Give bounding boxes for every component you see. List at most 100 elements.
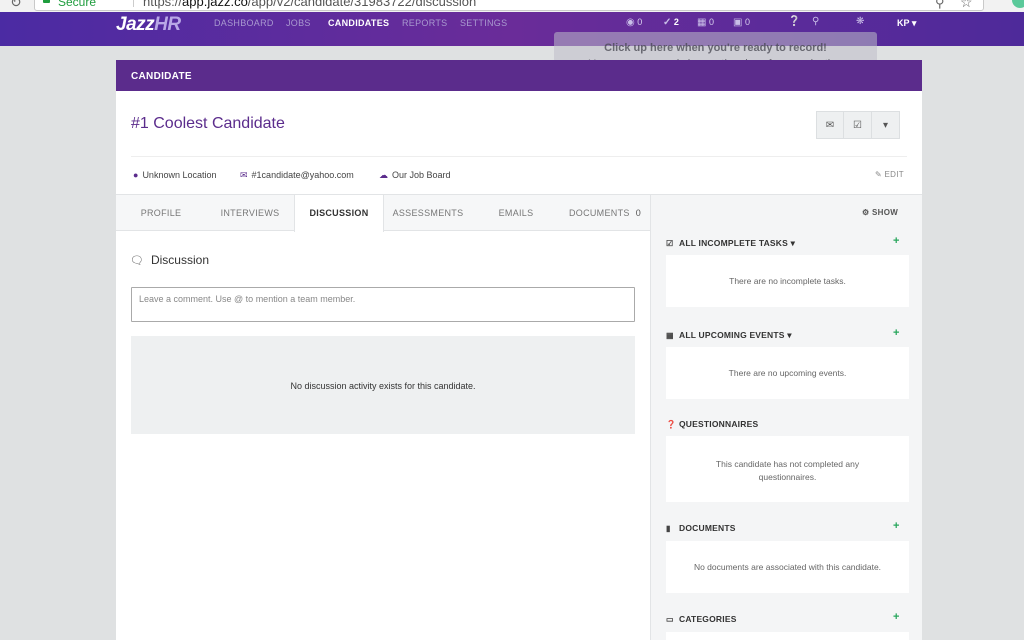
nav-jobs[interactable]: JOBS [286,18,311,28]
email-button[interactable]: ✉ [816,111,844,139]
checkbox-icon: ☑ [853,119,862,131]
lock-icon [43,0,50,3]
tab-emails[interactable]: EMAILS [472,195,560,231]
add-category-button[interactable]: + [893,611,899,623]
candidate-email[interactable]: ✉ #1candidate@yahoo.com [240,170,354,181]
tab-interviews[interactable]: INTERVIEWS [206,195,294,231]
show-label: SHOW [872,208,899,217]
tasks-counter[interactable]: ✓ 2 [663,17,679,28]
views-counter[interactable]: ◉ 0 [626,17,642,28]
browser-toolbar: ↻ Secure https://app.jazz.co/app/v2/cand… [0,0,1024,12]
nav-settings[interactable]: SETTINGS [460,18,507,28]
nav-candidates[interactable]: CANDIDATES [328,18,389,28]
inbox-counter[interactable]: ▣ 0 [733,17,750,28]
categories-heading-text: CATEGORIES [679,614,737,624]
chevron-down-icon: ▾ [911,18,917,28]
gear-icon: ⚙ [862,208,870,217]
question-circle-icon: ❓ [666,420,677,429]
show-toggle[interactable]: ⚙ SHOW [862,208,898,217]
extension-icon[interactable] [1012,0,1024,8]
divider [131,156,907,157]
tab-profile[interactable]: PROFILE [116,195,206,231]
events-empty-box: There are no upcoming events. [666,347,909,399]
task-button[interactable]: ☑ [844,111,872,139]
views-count: 0 [637,17,643,27]
url-text[interactable]: https://app.jazz.co/app/v2/candidate/319… [143,0,476,9]
candidate-name: #1 Coolest Candidate [131,115,285,132]
tab-assessments[interactable]: ASSESSMENTS [384,195,472,231]
events-heading-text: ALL UPCOMING EVENTS [679,330,785,340]
url-path: /app/v2/candidate/31983722/discussion [247,0,477,9]
search-icon[interactable]: ⚲ [812,16,819,27]
nav-dashboard[interactable]: DASHBOARD [214,18,274,28]
bookmark-star-icon[interactable]: ☆ [960,0,973,11]
folder-icon: ▭ [666,615,674,624]
check-icon: ✓ [663,17,672,28]
add-task-button[interactable]: + [893,235,899,247]
jazzhr-logo[interactable]: JazzHR [116,14,181,36]
discussion-empty-state: No discussion activity exists for this c… [131,336,635,434]
candidate-card: CANDIDATE #1 Coolest Candidate ✉ ☑ ▾ ● Un… [116,60,922,640]
reload-icon[interactable]: ↻ [10,0,22,11]
card-header: CANDIDATE [116,60,922,91]
events-heading[interactable]: ▦ ALL UPCOMING EVENTS ▾ [666,330,792,341]
more-actions-button[interactable]: ▾ [872,111,900,139]
categories-box [666,632,909,640]
caret-down-icon: ▾ [790,238,796,248]
candidate-tabs: PROFILE INTERVIEWS DISCUSSION ASSESSMENT… [116,195,650,232]
address-bar[interactable]: Secure https://app.jazz.co/app/v2/candid… [34,0,984,11]
tab-documents-count: 0 [635,208,641,218]
cloud-icon: ☁ [379,170,388,180]
url-scheme: https:// [143,0,183,9]
checkbox-icon: ☑ [666,239,674,248]
email-text: #1candidate@yahoo.com [251,170,354,180]
discussion-title-text: Discussion [150,253,209,267]
logo-main: Jazz [116,14,155,35]
questionnaires-heading-text: QUESTIONNAIRES [679,419,759,429]
comment-input[interactable] [131,287,635,322]
tab-documents-label: DOCUMENTS [568,208,630,218]
tasks-count: 2 [673,17,679,27]
pencil-icon: ✎ [875,170,883,179]
overlay-line-1: Click up here when you're ready to recor… [604,42,827,54]
edit-button[interactable]: ✎ EDIT [875,170,904,179]
calendar-count: 0 [708,17,714,27]
tab-documents[interactable]: DOCUMENTS 0 [560,195,650,231]
apps-grid-icon[interactable]: ❋ [856,16,864,27]
comments-icon: 🗨 [130,255,144,267]
address-separator [133,0,134,7]
questionnaires-empty-box: This candidate has not completed any que… [666,436,909,502]
tab-discussion[interactable]: DISCUSSION [294,195,384,232]
eye-icon: ◉ [626,17,635,28]
help-icon[interactable]: ❔ [788,16,800,27]
edit-label: EDIT [884,170,904,179]
file-icon: ▮ [666,524,671,533]
inbox-count: 0 [744,17,750,27]
documents-heading-text: DOCUMENTS [679,523,736,533]
envelope-icon: ✉ [825,119,835,131]
url-domain: app.jazz.co [182,0,248,9]
zoom-icon[interactable]: ⚲ [935,0,945,11]
add-event-button[interactable]: + [893,327,899,339]
tasks-empty-box: There are no incomplete tasks. [666,255,909,307]
envelope-icon: ✉ [240,170,248,180]
caret-down-icon: ▾ [882,119,889,131]
user-initials: KP [897,18,910,28]
add-document-button[interactable]: + [893,520,899,532]
inbox-icon: ▣ [733,17,743,28]
location-text: Unknown Location [142,170,217,180]
candidate-sidebar: ⚙ SHOW ☑ ALL INCOMPLETE TASKS ▾ + There a… [650,195,922,640]
nav-reports[interactable]: REPORTS [402,18,447,28]
source-text: Our Job Board [392,170,451,180]
tasks-heading[interactable]: ☑ ALL INCOMPLETE TASKS ▾ [666,238,795,249]
calendar-counter[interactable]: ▦ 0 [697,17,714,28]
user-menu[interactable]: KP ▾ [897,18,916,29]
candidate-source: ☁ Our Job Board [379,170,451,181]
candidate-actions: ✉ ☑ ▾ [816,111,900,139]
caret-down-icon: ▾ [787,330,792,340]
secure-label: Secure [58,0,97,9]
documents-empty-box: No documents are associated with this ca… [666,541,909,593]
calendar-icon: ▦ [697,17,707,28]
categories-heading: ▭ CATEGORIES [666,614,737,624]
questionnaires-heading: ❓ QUESTIONNAIRES [666,419,758,429]
